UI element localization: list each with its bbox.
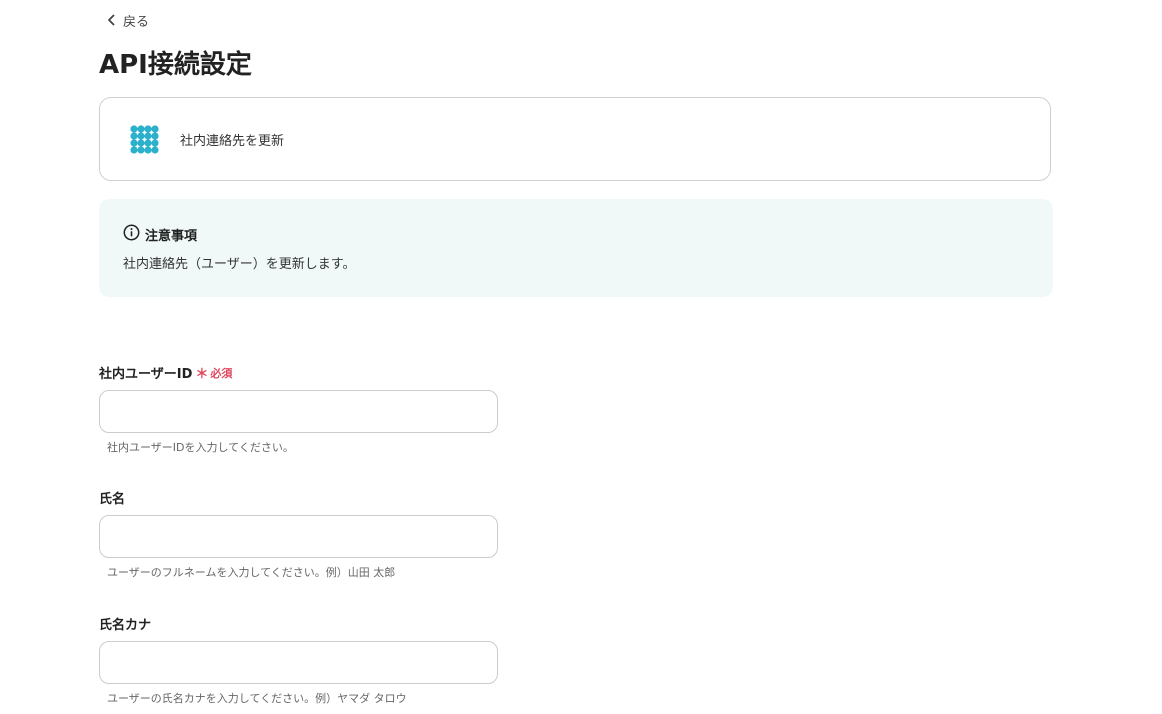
user-id-label: 社内ユーザーID ＊ 必須: [99, 363, 233, 383]
dot-grid-icon: [130, 124, 159, 154]
user-id-label-text: 社内ユーザーID: [99, 367, 193, 382]
full-name-input[interactable]: [99, 515, 498, 558]
page: 戻る API接続設定 社内連絡先を更新 注意事項 社内連絡先（ユーザー）を更新し…: [0, 0, 1162, 714]
back-link[interactable]: 戻る: [106, 10, 149, 30]
notice-box: 注意事項 社内連絡先（ユーザー）を更新します。: [99, 199, 1053, 297]
name-kana-label-text: 氏名カナ: [99, 618, 152, 633]
name-kana-help: ユーザーの氏名カナを入力してください。例）ヤマダ タロウ: [107, 692, 407, 705]
full-name-help: ユーザーのフルネームを入力してください。例）山田 太郎: [107, 566, 396, 579]
required-asterisk: ＊: [195, 367, 209, 382]
name-kana-input[interactable]: [99, 641, 498, 684]
info-circle-icon: [123, 224, 140, 245]
notice-title: 注意事項: [145, 228, 198, 244]
name-kana-label: 氏名カナ: [99, 614, 151, 633]
full-name-label: 氏名: [99, 488, 125, 507]
back-label: 戻る: [123, 14, 150, 30]
page-title: API接続設定: [99, 50, 252, 80]
full-name-label-text: 氏名: [99, 492, 126, 507]
notice-header: 注意事項: [123, 224, 1029, 244]
user-id-input[interactable]: [99, 390, 498, 433]
required-badge: 必須: [210, 366, 233, 380]
chevron-left-icon: [106, 10, 117, 30]
action-name: 社内連絡先を更新: [180, 133, 285, 149]
app-action-card: 社内連絡先を更新: [99, 97, 1051, 181]
user-id-help: 社内ユーザーIDを入力してください。: [107, 441, 294, 454]
notice-body: 社内連絡先（ユーザー）を更新します。: [123, 257, 356, 272]
